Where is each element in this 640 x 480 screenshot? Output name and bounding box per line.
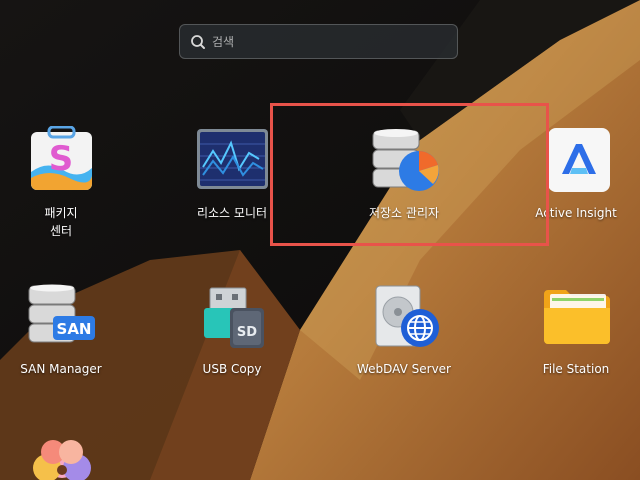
search-placeholder: 검색 — [212, 35, 235, 49]
sd-badge: SD — [237, 325, 257, 340]
search-icon — [191, 35, 205, 49]
flower-icon — [33, 440, 91, 480]
webdav-server-label: WebDAV Server — [356, 362, 451, 376]
resource-monitor-icon — [197, 129, 268, 189]
webdav-server-icon — [375, 285, 439, 347]
san-manager-icon: SAN — [28, 284, 95, 343]
highlight-box — [270, 103, 549, 246]
active-insight-icon — [548, 128, 610, 192]
app-usb-copy[interactable]: SD USB Copy — [172, 282, 292, 382]
app-webdav-server[interactable]: WebDAV Server — [344, 282, 464, 382]
app-package-center[interactable]: S 패키지 센터 — [1, 126, 121, 246]
file-station-label: File Station — [542, 362, 610, 376]
san-manager-label: SAN Manager — [20, 362, 102, 376]
package-center-label-line1: 패키지 — [44, 206, 78, 220]
svg-text:S: S — [49, 139, 74, 179]
folder-icon — [544, 290, 610, 344]
san-badge: SAN — [57, 320, 92, 338]
package-center-label-line2: 센터 — [49, 224, 73, 238]
app-partial-bottom[interactable] — [1, 436, 121, 480]
usb-copy-icon: SD — [204, 287, 264, 348]
package-center-icon: S — [31, 126, 92, 190]
app-san-manager[interactable]: SAN SAN Manager — [1, 282, 121, 382]
search-input[interactable]: 검색 — [179, 24, 458, 59]
app-file-station[interactable]: File Station — [516, 282, 636, 382]
usb-copy-label: USB Copy — [202, 362, 262, 376]
